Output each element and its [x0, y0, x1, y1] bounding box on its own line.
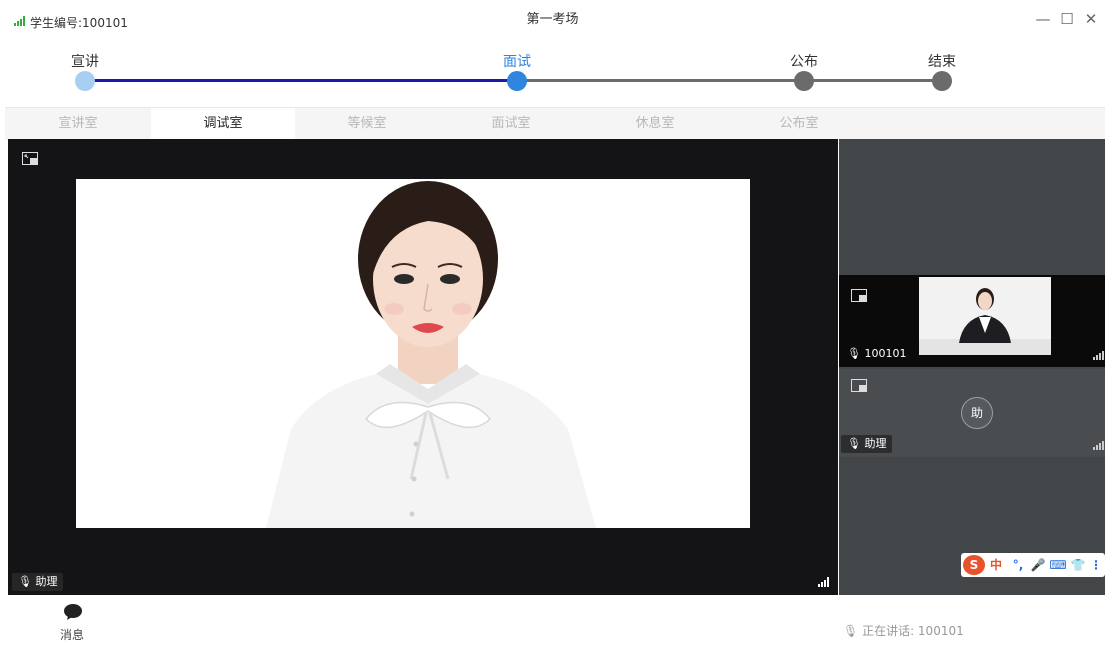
ime-punctuation-icon[interactable]: °, — [1009, 556, 1027, 574]
video-label: 🎙 100101 — [841, 345, 912, 363]
participant-name: 助理 — [864, 437, 887, 450]
step-label-presentation: 宣讲 — [71, 54, 99, 70]
microphone-icon: 🎙 — [843, 624, 859, 638]
step-label-interview: 面试 — [503, 54, 531, 70]
step-connector-pending — [517, 79, 942, 82]
participant-name: 助理 — [35, 575, 58, 588]
tab-debug-room[interactable]: 调试室 — [151, 108, 295, 140]
step-label-end: 结束 — [928, 54, 956, 70]
title-bar: 学生编号:100101 第一考场 — ☐ ✕ — [0, 0, 1105, 44]
microphone-icon: 🎙 — [847, 437, 861, 450]
signal-strength-icon — [1093, 351, 1104, 360]
ime-keyboard-icon[interactable]: ⌨ — [1049, 556, 1067, 574]
student-video-feed — [919, 277, 1051, 355]
step-label-announce: 公布 — [790, 54, 818, 70]
tab-rest-room[interactable]: 休息室 — [583, 108, 727, 140]
avatar: 助 — [961, 397, 993, 429]
step-dot-announce — [794, 71, 814, 91]
main-video-panel[interactable]: 🎙 助理 — [8, 139, 838, 595]
signal-strength-icon — [1093, 441, 1104, 450]
signal-strength-icon — [818, 577, 829, 587]
maximize-button[interactable]: ☐ — [1056, 8, 1078, 30]
video-label: 🎙 助理 — [841, 435, 893, 453]
participant-tile-student[interactable]: 🎙 100101 — [839, 275, 1105, 367]
step-dot-end — [932, 71, 952, 91]
pip-toggle-icon[interactable] — [851, 289, 867, 302]
ime-skin-icon[interactable]: 👕 — [1069, 556, 1087, 574]
window-title: 第一考场 — [526, 12, 579, 27]
microphone-icon: 🎙 — [18, 575, 32, 588]
message-button-label[interactable]: 消息 — [60, 626, 84, 643]
video-label: 🎙 助理 — [12, 573, 64, 591]
participant-sidebar: 🎙 100101 助 🎙 助理 — [839, 139, 1105, 595]
chat-bubble-icon[interactable] — [63, 603, 83, 621]
tab-interview-room[interactable]: 面试室 — [439, 108, 583, 140]
participant-tile-assistant[interactable]: 助 🎙 助理 — [839, 369, 1105, 457]
tab-announce-room[interactable]: 公布室 — [727, 108, 871, 140]
ime-chinese-mode[interactable]: 中 — [987, 556, 1005, 574]
person-thumbnail-image — [919, 277, 1051, 355]
room-tabs: 宣讲室 调试室 等候室 面试室 休息室 公布室 — [5, 107, 1105, 140]
ime-toolbar[interactable]: S 中 °, 🎤 ⌨ 👕 ⋮ — [961, 553, 1105, 577]
step-connector-done — [85, 79, 517, 82]
speaking-text: 正在讲话: 100101 — [862, 624, 964, 638]
tab-presentation-room[interactable]: 宣讲室 — [5, 108, 151, 140]
speaking-indicator: 🎙 正在讲话: 100101 — [843, 622, 964, 639]
step-dot-interview — [507, 71, 527, 91]
ime-voice-icon[interactable]: 🎤 — [1029, 556, 1047, 574]
candidate-video-feed — [76, 179, 750, 528]
ime-more-icon[interactable]: ⋮ — [1089, 556, 1103, 574]
pip-toggle-icon[interactable] — [851, 379, 867, 392]
close-button[interactable]: ✕ — [1080, 8, 1102, 30]
step-dot-presentation — [75, 71, 95, 91]
participant-name: 100101 — [864, 347, 907, 360]
sogou-logo-icon[interactable]: S — [963, 555, 985, 575]
person-portrait-image — [266, 181, 596, 528]
tab-waiting-room[interactable]: 等候室 — [295, 108, 439, 140]
minimize-button[interactable]: — — [1032, 8, 1054, 30]
pip-toggle-icon[interactable] — [22, 152, 38, 165]
microphone-icon: 🎙 — [847, 347, 861, 360]
